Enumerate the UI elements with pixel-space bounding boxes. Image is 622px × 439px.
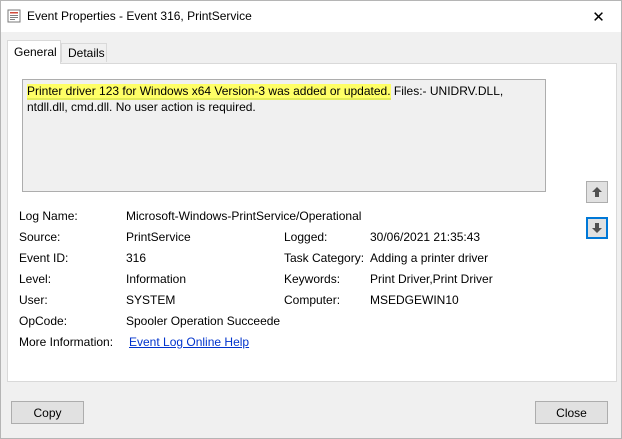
- source-label: Source:: [19, 230, 61, 244]
- source-value: PrintService: [126, 230, 191, 244]
- title-bar: Event Properties - Event 316, PrintServi…: [1, 1, 621, 32]
- opcode-value: Spooler Operation Succeede: [126, 314, 281, 328]
- next-event-button[interactable]: [586, 217, 608, 239]
- event-description[interactable]: Printer driver 123 for Windows x64 Versi…: [22, 79, 546, 192]
- event-id-value: 316: [126, 251, 147, 265]
- task-category-value: Adding a printer driver: [370, 251, 489, 265]
- copy-button[interactable]: Copy: [11, 401, 84, 424]
- close-window-button[interactable]: ✕: [576, 1, 621, 32]
- level-label: Level:: [19, 272, 52, 286]
- previous-event-button[interactable]: [586, 181, 608, 203]
- tab-details[interactable]: Details: [61, 43, 107, 62]
- event-id-label: Event ID:: [19, 251, 69, 265]
- log-name-value: Microsoft-Windows-PrintService/Operation…: [126, 209, 362, 223]
- close-icon: ✕: [592, 8, 605, 26]
- tab-general[interactable]: General: [7, 40, 61, 64]
- description-highlight: Printer driver 123 for Windows x64 Versi…: [27, 84, 391, 98]
- keywords-label: Keywords:: [284, 272, 341, 286]
- task-category-label: Task Category:: [284, 251, 365, 265]
- arrow-down-icon: [592, 223, 602, 233]
- user-value: SYSTEM: [126, 293, 176, 307]
- computer-label: Computer:: [284, 293, 341, 307]
- user-label: User:: [19, 293, 48, 307]
- arrow-up-icon: [592, 187, 602, 197]
- logged-label: Logged:: [284, 230, 328, 244]
- close-button[interactable]: Close: [535, 401, 608, 424]
- general-panel: Printer driver 123 for Windows x64 Versi…: [7, 63, 617, 382]
- level-value: Information: [126, 272, 187, 286]
- logged-value: 30/06/2021 21:35:43: [370, 230, 481, 244]
- event-log-online-help-link[interactable]: Event Log Online Help: [129, 335, 249, 349]
- event-properties-window: Event Properties - Event 316, PrintServi…: [0, 0, 622, 439]
- computer-value: MSEDGEWIN10: [370, 293, 459, 307]
- window-title: Event Properties - Event 316, PrintServi…: [27, 9, 252, 23]
- event-viewer-icon: [7, 9, 21, 23]
- more-information-label: More Information:: [19, 335, 114, 349]
- log-name-label: Log Name:: [19, 209, 78, 223]
- keywords-value: Print Driver,Print Driver: [370, 272, 493, 286]
- opcode-label: OpCode:: [19, 314, 68, 328]
